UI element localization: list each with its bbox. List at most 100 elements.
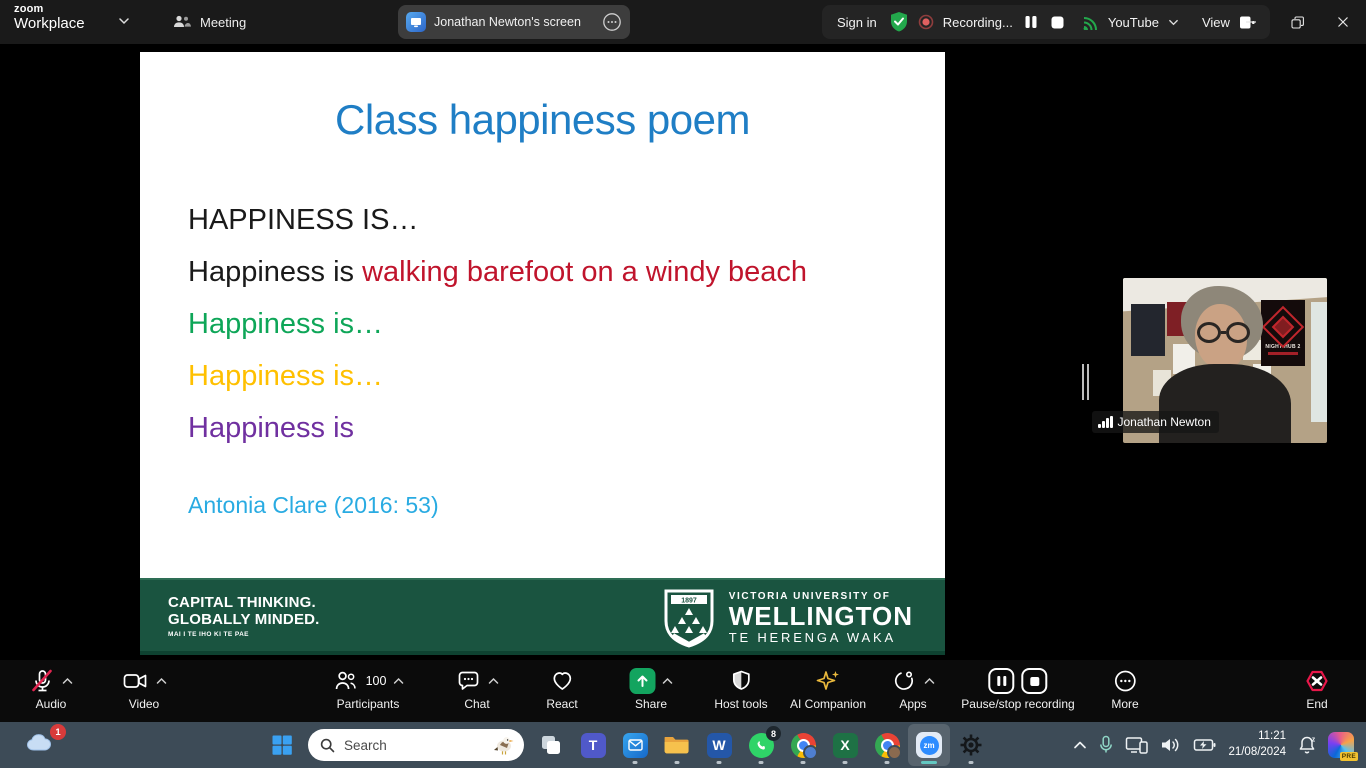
taskbar-app-word[interactable]: W — [698, 724, 740, 766]
stop-recording-icon[interactable] — [1022, 668, 1048, 694]
chevron-up-icon[interactable] — [393, 677, 403, 685]
excel-icon: X — [833, 733, 858, 758]
view-button[interactable]: View — [1202, 15, 1230, 30]
live-stream-icon — [1081, 14, 1099, 30]
chevron-up-icon[interactable] — [157, 677, 167, 685]
word-icon: W — [707, 733, 732, 758]
tray-volume-icon[interactable] — [1160, 736, 1182, 754]
taskbar-app-teams[interactable]: T — [572, 724, 614, 766]
slide-line: Happiness is… — [188, 350, 945, 402]
university-wordmark: VICTORIA UNIVERSITY OF WELLINGTON TE HER… — [729, 591, 913, 645]
university-line3: TE HERENGA WAKA — [729, 631, 913, 645]
zoom-app-icon: zm — [916, 732, 942, 758]
windows-logo-icon — [270, 733, 294, 757]
host-tools-button[interactable]: Host tools — [714, 667, 767, 711]
taskbar-clock[interactable]: 11:21 21/08/2024 — [1228, 729, 1286, 760]
chevron-up-icon[interactable] — [489, 677, 499, 685]
pause-recording-icon[interactable] — [989, 668, 1015, 694]
chat-button[interactable]: Chat — [456, 667, 499, 711]
chevron-up-icon[interactable] — [925, 677, 935, 685]
tagline-line3: MAI I TE IHO KI TE PAE — [168, 631, 320, 638]
taskbar-app-mail[interactable] — [614, 724, 656, 766]
chat-icon — [456, 668, 482, 694]
chevron-down-icon[interactable] — [1168, 17, 1179, 28]
slide-footer-banner: CAPITAL THINKING. GLOBALLY MINDED. MAI I… — [140, 578, 945, 655]
settings-gear-icon — [958, 732, 984, 758]
tagline-line1: CAPITAL THINKING. — [168, 594, 320, 611]
taskbar-app-settings[interactable] — [950, 724, 992, 766]
pause-stop-recording-button[interactable]: Pause/stop recording — [961, 667, 1074, 711]
taskbar-app-file-explorer[interactable] — [656, 724, 698, 766]
stop-recording-icon[interactable] — [1049, 14, 1066, 31]
camera-icon — [122, 668, 150, 694]
chevron-up-icon[interactable] — [663, 677, 673, 685]
apps-button[interactable]: Apps — [892, 667, 935, 711]
restore-window-button[interactable] — [1274, 0, 1320, 44]
slide-lines: HAPPINESS IS…Happiness is walking barefo… — [188, 194, 945, 454]
taskbar-app-whatsapp[interactable]: 8 — [740, 724, 782, 766]
search-icon — [320, 738, 335, 753]
clock-date: 21/08/2024 — [1228, 745, 1286, 761]
taskbar-search-box[interactable]: Search — [308, 729, 524, 761]
shared-screen-icon — [406, 12, 426, 32]
task-view-button[interactable] — [530, 724, 572, 766]
more-button[interactable]: More — [1111, 667, 1138, 711]
tray-battery-icon[interactable] — [1193, 736, 1217, 754]
react-label: React — [546, 697, 577, 711]
taskbar-app-chrome-2[interactable] — [866, 724, 908, 766]
onedrive-icon[interactable]: 1 — [24, 730, 64, 762]
host-tools-label: Host tools — [714, 697, 767, 711]
notifications-bell-icon[interactable]: z — [1297, 735, 1317, 755]
audio-button[interactable]: Audio — [30, 667, 73, 711]
meeting-people-icon — [172, 14, 192, 30]
video-button[interactable]: Video — [122, 667, 167, 711]
sign-in-button[interactable]: Sign in — [837, 15, 877, 30]
poster-diamond-graphic — [1262, 305, 1304, 347]
screen-share-label: Jonathan Newton's screen — [434, 15, 594, 29]
react-button[interactable]: React — [546, 667, 577, 711]
meeting-stage: Class happiness poem HAPPINESS IS…Happin… — [0, 44, 1366, 660]
start-button[interactable] — [262, 724, 302, 766]
panel-drag-handle[interactable] — [1082, 364, 1092, 400]
university-tagline: CAPITAL THINKING. GLOBALLY MINDED. MAI I… — [168, 594, 320, 638]
whatsapp-notification-badge: 8 — [766, 726, 781, 741]
end-meeting-button[interactable]: End — [1303, 667, 1331, 711]
chevron-up-icon[interactable] — [63, 677, 73, 685]
close-window-button[interactable] — [1320, 0, 1366, 44]
windows-taskbar: 1 Search — [0, 722, 1366, 768]
taskbar-app-excel[interactable]: X — [824, 724, 866, 766]
taskbar-app-zoom[interactable]: zm — [908, 724, 950, 766]
minimize-button[interactable] — [1228, 0, 1274, 44]
taskbar-app-chrome-1[interactable] — [782, 724, 824, 766]
more-options-icon[interactable] — [602, 12, 622, 32]
participants-icon — [333, 668, 359, 694]
pause-recording-icon[interactable] — [1022, 13, 1040, 31]
participant-name-tag: Jonathan Newton — [1092, 411, 1219, 433]
tray-microphone-icon[interactable] — [1098, 735, 1114, 755]
security-shield-icon[interactable] — [889, 11, 909, 33]
copilot-icon[interactable]: PRE — [1328, 732, 1354, 758]
shield-year: 1897 — [681, 597, 697, 604]
apps-icon — [892, 668, 918, 694]
university-logo: 1897 VICTORIA UNIVERSITY OF WELLINGTON T… — [663, 588, 913, 648]
participants-button[interactable]: 100 Participants — [333, 667, 404, 711]
tray-chevron-up-icon[interactable] — [1073, 739, 1087, 751]
share-screen-icon — [630, 668, 656, 694]
brand-workplace-text: Workplace — [14, 16, 85, 32]
search-highlight-bird-icon — [492, 733, 518, 757]
video-backdrop-night-hub-poster: NIGHT HUB 2 — [1261, 300, 1305, 366]
ai-companion-button[interactable]: AI Companion — [790, 667, 866, 711]
tray-cast-icon[interactable] — [1125, 735, 1149, 755]
share-label: Share — [635, 697, 667, 711]
tab-meeting[interactable]: Meeting — [162, 8, 256, 36]
screen-share-pill[interactable]: Jonathan Newton's screen — [398, 5, 630, 39]
apps-label: Apps — [899, 697, 926, 711]
youtube-stream-button[interactable]: YouTube — [1108, 15, 1159, 30]
zoom-workplace-logo: zoom Workplace — [14, 4, 85, 31]
university-shield-icon: 1897 — [663, 588, 715, 648]
chevron-down-icon[interactable] — [118, 15, 130, 27]
university-line2: WELLINGTON — [729, 602, 913, 631]
share-button[interactable]: Share — [630, 667, 673, 711]
titlebar-status-group: Sign in Recording... YouTube View — [822, 5, 1270, 39]
end-meeting-icon — [1303, 668, 1331, 694]
